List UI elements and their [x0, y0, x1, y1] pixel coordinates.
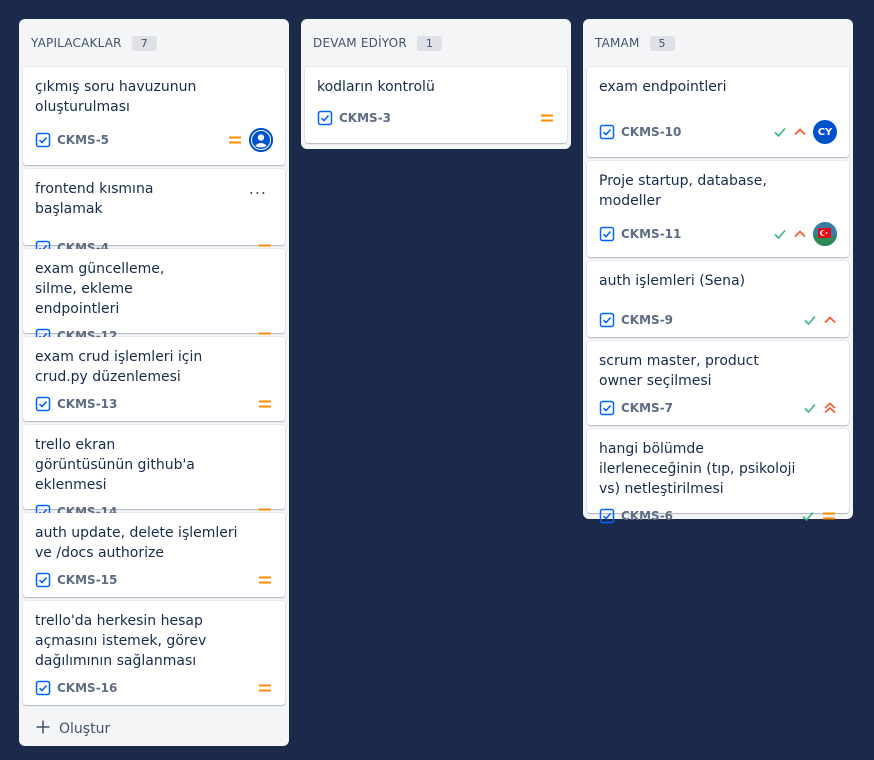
- column-title: TAMAM: [595, 36, 640, 50]
- issue-card[interactable]: kodların kontrolü CKMS-3: [305, 67, 567, 143]
- issue-key[interactable]: CKMS-15: [57, 573, 117, 587]
- checkbox-icon: [599, 124, 615, 140]
- column-header: TAMAM 5: [587, 19, 849, 67]
- card-title: exam güncelleme, silme, ekleme endpointl…: [35, 261, 165, 317]
- checkmark-icon: [773, 227, 787, 241]
- issue-card[interactable]: hangi bölümde ilerleneceğinin (tıp, psik…: [587, 429, 849, 524]
- checkbox-icon: [35, 132, 51, 148]
- card-title: trello'da herkesin hesap açmasını isteme…: [35, 613, 207, 669]
- chevron-up-icon: [793, 125, 807, 139]
- create-label: Oluştur: [59, 721, 111, 737]
- issue-key[interactable]: CKMS-13: [57, 397, 117, 411]
- checkbox-icon: [317, 110, 333, 126]
- card-title: exam endpointleri: [599, 79, 727, 95]
- issue-key[interactable]: CKMS-6: [621, 509, 673, 523]
- column-done: TAMAM 5 exam endpointleri CKMS-10 CY Pro…: [583, 19, 853, 524]
- issue-key[interactable]: CKMS-5: [57, 133, 109, 147]
- issue-key[interactable]: CKMS-7: [621, 401, 673, 415]
- column-title: DEVAM EDİYOR: [313, 36, 407, 50]
- issue-card[interactable]: frontend kısmına başlamak ... CKMS-4: [23, 169, 285, 256]
- issue-key[interactable]: CKMS-3: [339, 111, 391, 125]
- checkbox-icon: [599, 400, 615, 416]
- equals-icon: [257, 572, 273, 588]
- column-todo: YAPILACAKLAR 7 çıkmış soru havuzunun olu…: [19, 19, 289, 746]
- card-title: auth update, delete işlemleri ve /docs a…: [35, 525, 238, 561]
- issue-card[interactable]: Proje startup, database, modeller CKMS-1…: [587, 161, 849, 257]
- equals-icon: [539, 110, 555, 126]
- card-title: Proje startup, database, modeller: [599, 173, 767, 209]
- create-issue-button[interactable]: Oluştur: [23, 709, 285, 749]
- issue-card[interactable]: auth update, delete işlemleri ve /docs a…: [23, 513, 285, 597]
- equals-icon: [227, 132, 243, 148]
- chevron-up-icon: [793, 227, 807, 241]
- checkmark-icon: [773, 125, 787, 139]
- checkbox-icon: [35, 396, 51, 412]
- issue-card[interactable]: auth işlemleri (Sena) CKMS-9: [587, 261, 849, 337]
- checkmark-icon: [801, 509, 815, 523]
- equals-icon: [257, 680, 273, 696]
- checkmark-icon: [803, 313, 817, 327]
- issue-key[interactable]: CKMS-9: [621, 313, 673, 327]
- issue-key[interactable]: CKMS-11: [621, 227, 681, 241]
- card-title: auth işlemleri (Sena): [599, 273, 746, 289]
- column-in-progress: DEVAM EDİYOR 1 kodların kontrolü CKMS-3: [301, 19, 571, 149]
- column-count-badge: 1: [416, 35, 442, 51]
- issue-card[interactable]: exam endpointleri CKMS-10 CY: [587, 67, 849, 157]
- checkbox-icon: [35, 572, 51, 588]
- column-header: DEVAM EDİYOR 1: [305, 19, 567, 67]
- issue-key[interactable]: CKMS-10: [621, 125, 681, 139]
- card-title: scrum master, product owner seçilmesi: [599, 353, 759, 389]
- user-avatar-icon[interactable]: [813, 222, 837, 246]
- more-options-icon[interactable]: ...: [249, 181, 267, 197]
- column-count-badge: 7: [131, 35, 157, 51]
- checkbox-icon: [35, 680, 51, 696]
- checkbox-icon: [599, 226, 615, 242]
- column-title: YAPILACAKLAR: [31, 36, 122, 50]
- user-avatar-icon[interactable]: [249, 128, 273, 152]
- column-header: YAPILACAKLAR 7: [23, 19, 285, 67]
- double-chevron-up-icon: [823, 401, 837, 415]
- issue-card[interactable]: trello'da herkesin hesap açmasını isteme…: [23, 601, 285, 705]
- plus-icon: [35, 719, 51, 739]
- issue-card[interactable]: çıkmış soru havuzunun oluşturulması CKMS…: [23, 67, 285, 165]
- checkbox-icon: [599, 312, 615, 328]
- chevron-up-icon: [823, 313, 837, 327]
- card-title: çıkmış soru havuzunun oluşturulması: [35, 79, 197, 115]
- card-title: hangi bölümde ilerleneceğinin (tıp, psik…: [599, 441, 796, 497]
- column-count-badge: 5: [649, 35, 675, 51]
- issue-card[interactable]: trello ekran görüntüsünün github'a eklen…: [23, 425, 285, 520]
- checkmark-icon: [803, 401, 817, 415]
- card-title: frontend kısmına başlamak: [35, 181, 154, 217]
- equals-icon: [257, 396, 273, 412]
- card-title: trello ekran görüntüsünün github'a eklen…: [35, 437, 195, 493]
- card-title: exam crud işlemleri için crud.py düzenle…: [35, 349, 203, 385]
- issue-card[interactable]: exam güncelleme, silme, ekleme endpointl…: [23, 249, 285, 344]
- user-avatar-icon[interactable]: CY: [813, 120, 837, 144]
- issue-key[interactable]: CKMS-16: [57, 681, 117, 695]
- issue-card[interactable]: exam crud işlemleri için crud.py düzenle…: [23, 337, 285, 421]
- issue-card[interactable]: scrum master, product owner seçilmesi CK…: [587, 341, 849, 425]
- checkbox-icon: [599, 508, 615, 524]
- card-title: kodların kontrolü: [317, 79, 435, 95]
- equals-icon: [821, 508, 837, 524]
